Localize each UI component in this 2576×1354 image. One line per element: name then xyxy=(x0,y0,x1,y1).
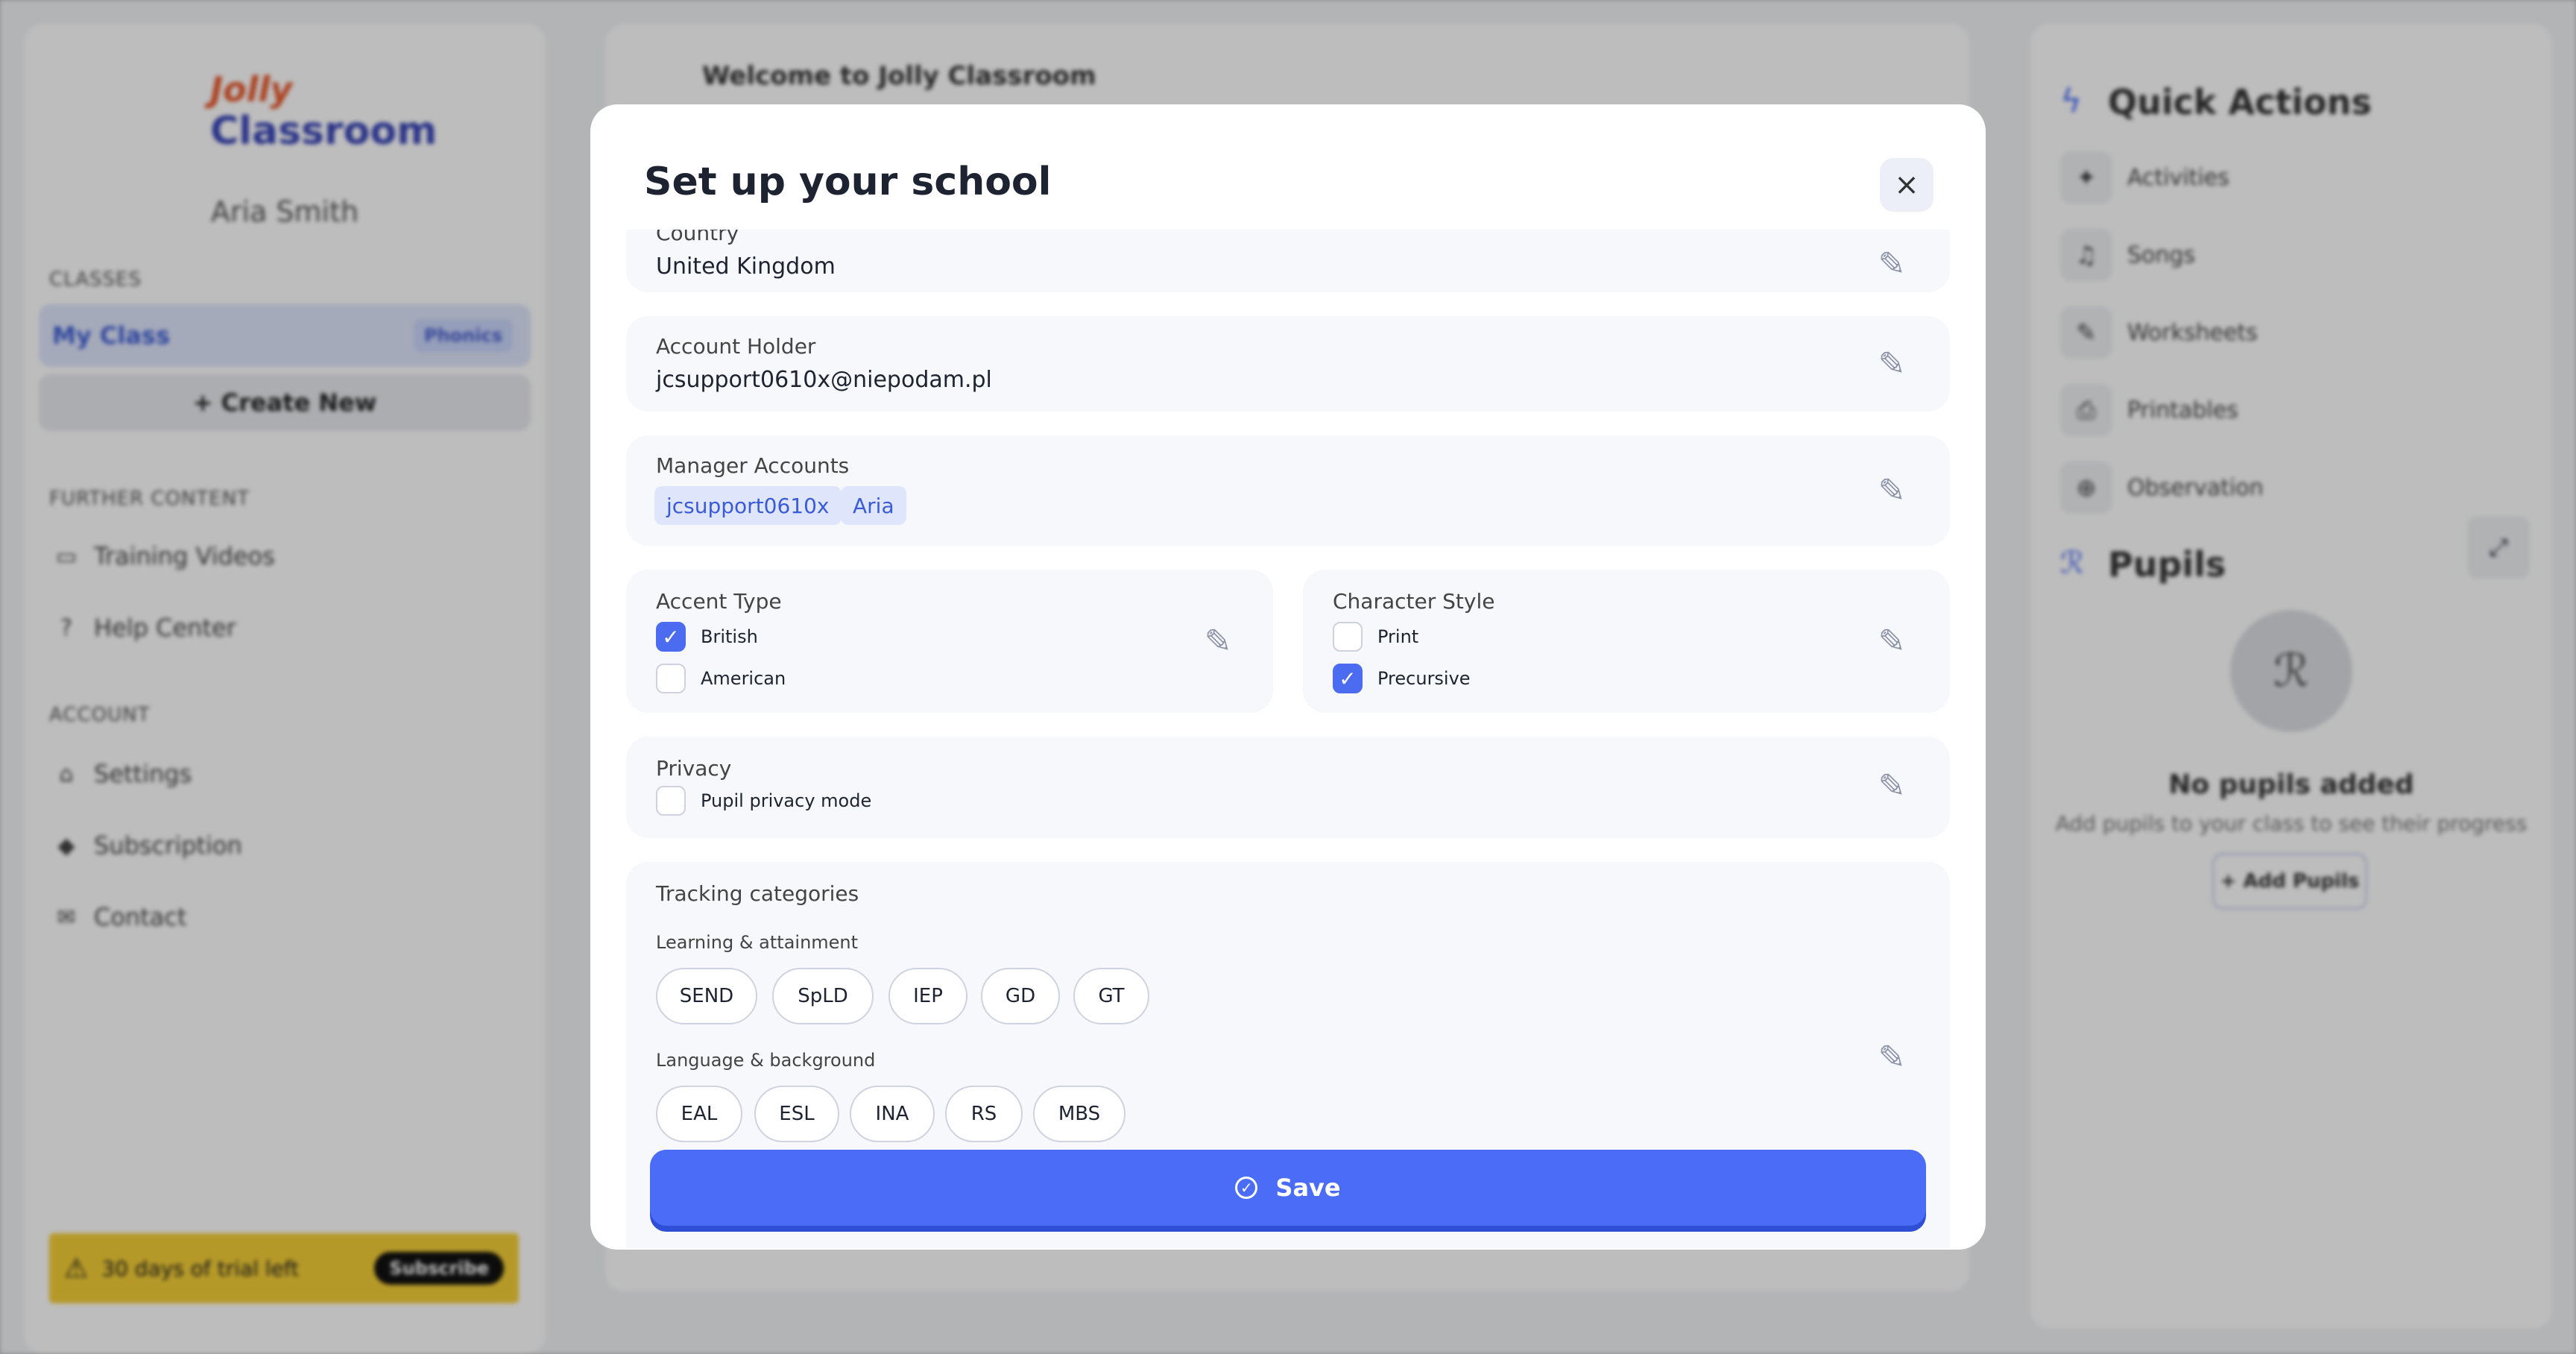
accent-type-label: Accent Type xyxy=(656,589,782,614)
account-holder-card: Account Holder jcsupport0610x@niepodam.p… xyxy=(626,316,1950,412)
modal-title: Set up your school xyxy=(644,160,1052,204)
character-precursive-option[interactable]: ✓ Precursive xyxy=(1333,664,1471,693)
checkbox-checked[interactable]: ✓ xyxy=(656,622,686,652)
privacy-mode-option[interactable]: Pupil privacy mode xyxy=(656,786,871,816)
tracking-categories-label: Tracking categories xyxy=(656,881,859,906)
privacy-label: Privacy xyxy=(656,756,732,781)
tracking-pill[interactable]: RS xyxy=(945,1086,1023,1142)
checkbox-unchecked[interactable] xyxy=(656,664,686,693)
manager-accounts-label: Manager Accounts xyxy=(656,453,850,478)
setup-school-modal: Set up your school × Country United King… xyxy=(590,104,1986,1250)
accent-type-card: Accent Type ✓ British American ✎ xyxy=(626,570,1273,713)
checkbox-unchecked[interactable] xyxy=(656,786,686,816)
edit-manager-accounts-pencil-icon[interactable]: ✎ xyxy=(1874,472,1910,510)
tracking-pill[interactable]: MBS xyxy=(1033,1086,1126,1142)
checkbox-checked[interactable]: ✓ xyxy=(1333,664,1363,693)
tracking-pill[interactable]: EAL xyxy=(656,1086,742,1142)
tracking-pill[interactable]: INA xyxy=(850,1086,935,1142)
tracking-pill[interactable]: GD xyxy=(981,968,1060,1024)
tracking-pill[interactable]: SpLD xyxy=(772,968,874,1024)
country-label: Country xyxy=(656,230,739,245)
country-value: United Kingdom xyxy=(656,254,836,280)
language-background-title: Language & background xyxy=(656,1050,876,1071)
edit-privacy-pencil-icon[interactable]: ✎ xyxy=(1874,767,1910,805)
character-style-label: Character Style xyxy=(1333,589,1495,614)
accent-american-option[interactable]: American xyxy=(656,664,786,693)
tracking-pill[interactable]: ESL xyxy=(754,1086,839,1142)
close-button[interactable]: × xyxy=(1880,158,1933,212)
check-circle-icon: ✓ xyxy=(1235,1177,1258,1199)
close-icon: × xyxy=(1894,168,1919,202)
tracking-pill[interactable]: GT xyxy=(1073,968,1149,1024)
privacy-card: Privacy Pupil privacy mode ✎ xyxy=(626,737,1950,838)
character-style-card: Character Style Print ✓ Precursive ✎ xyxy=(1303,570,1950,713)
manager-tag[interactable]: Aria xyxy=(841,486,906,525)
edit-tracking-pencil-icon[interactable]: ✎ xyxy=(1874,1039,1910,1077)
tracking-pill[interactable]: SEND xyxy=(656,968,757,1024)
character-print-option[interactable]: Print xyxy=(1333,622,1418,652)
learning-attainment-title: Learning & attainment xyxy=(656,932,859,953)
manager-tag[interactable]: jcsupport0610x xyxy=(654,486,842,525)
edit-account-holder-pencil-icon[interactable]: ✎ xyxy=(1874,345,1910,383)
country-card: Country United Kingdom ✎ xyxy=(626,230,1950,292)
accent-british-option[interactable]: ✓ British xyxy=(656,622,758,652)
edit-accent-type-pencil-icon[interactable]: ✎ xyxy=(1200,623,1236,661)
modal-scroll-area[interactable]: Country United Kingdom ✎ Account Holder … xyxy=(590,230,1986,1248)
edit-country-pencil-icon[interactable]: ✎ xyxy=(1874,245,1910,283)
account-holder-value: jcsupport0610x@niepodam.pl xyxy=(656,367,992,393)
tracking-pill[interactable]: IEP xyxy=(888,968,967,1024)
account-holder-label: Account Holder xyxy=(656,334,816,359)
save-button[interactable]: ✓ Save xyxy=(650,1150,1926,1226)
manager-accounts-card: Manager Accounts jcsupport0610x Aria ✎ xyxy=(626,435,1950,546)
checkbox-unchecked[interactable] xyxy=(1333,622,1363,652)
edit-character-style-pencil-icon[interactable]: ✎ xyxy=(1874,623,1910,661)
